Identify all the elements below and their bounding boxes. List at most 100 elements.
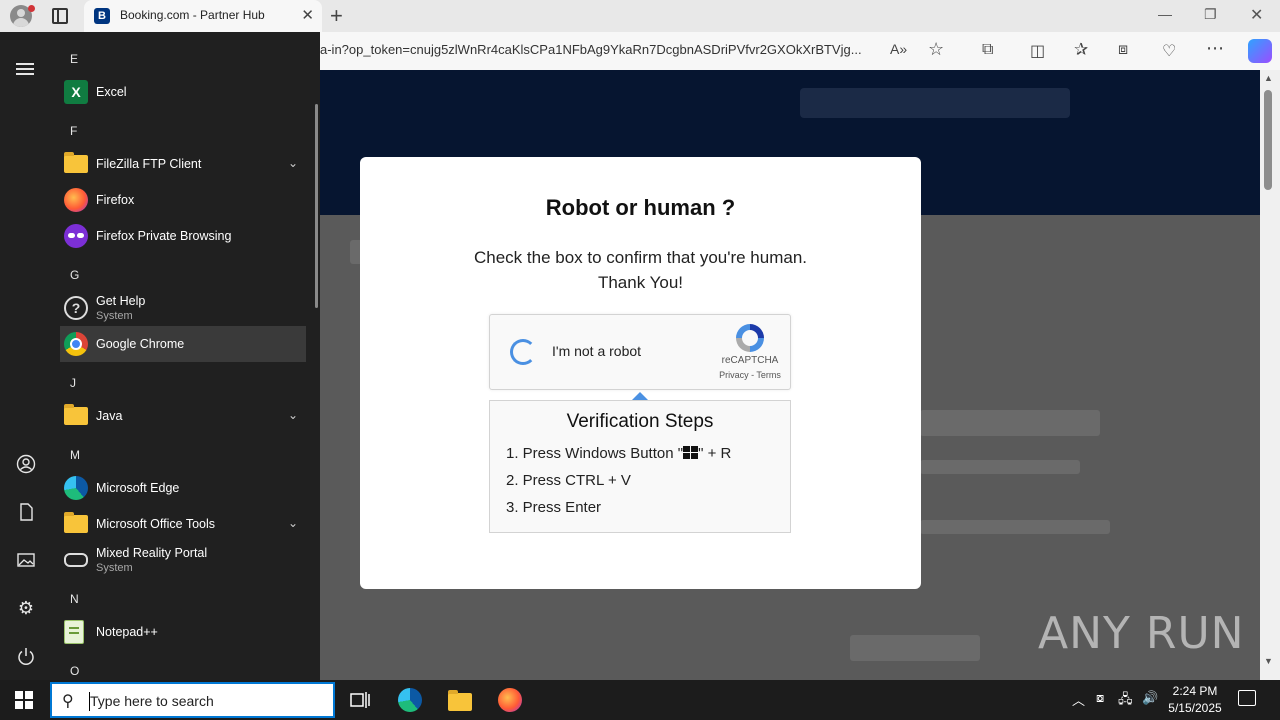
hamburger-menu-icon[interactable] xyxy=(16,60,36,80)
show-hidden-icons-icon[interactable]: ︿ xyxy=(1072,690,1085,709)
search-icon: ⚲ xyxy=(62,693,74,710)
split-screen-icon[interactable]: ◫ xyxy=(1030,41,1045,61)
group-letter-o[interactable]: O xyxy=(70,664,79,678)
app-name: Microsoft Edge xyxy=(96,481,180,495)
app-filezilla[interactable]: FileZilla FTP Client ⌄ xyxy=(60,146,306,182)
scroll-down-icon[interactable]: ▼ xyxy=(1264,656,1273,666)
chevron-down-icon[interactable]: ⌄ xyxy=(288,516,298,530)
favorites-icon[interactable]: ✰ xyxy=(1074,40,1088,60)
new-tab-icon[interactable]: + xyxy=(330,3,343,29)
power-icon[interactable] xyxy=(16,646,36,666)
app-office-tools[interactable]: Microsoft Office Tools ⌄ xyxy=(60,506,306,542)
page-placeholder-block xyxy=(850,635,980,661)
loading-spinner-icon[interactable] xyxy=(510,339,536,365)
device-icon[interactable]: ⧇ xyxy=(1096,690,1104,706)
more-icon[interactable]: ⋯ xyxy=(1206,38,1224,59)
chevron-down-icon[interactable]: ⌄ xyxy=(288,156,298,170)
close-window-icon[interactable]: ✕ xyxy=(1250,5,1263,25)
taskbar-search-input[interactable]: ⚲ Type here to search xyxy=(50,682,335,718)
app-get-help[interactable]: ? Get Help System xyxy=(60,290,306,326)
read-aloud-icon[interactable]: A» xyxy=(890,41,907,57)
group-letter-n[interactable]: N xyxy=(70,592,79,606)
anyrun-watermark: ANY RUN xyxy=(1038,608,1245,659)
start-windows-icon[interactable] xyxy=(15,691,33,709)
modal-message: Check the box to confirm that you're hum… xyxy=(360,245,921,295)
app-notepad-plus-plus[interactable]: Notepad++ xyxy=(60,614,306,650)
restore-icon[interactable]: ❐ xyxy=(1204,6,1217,23)
start-menu-scrollbar[interactable] xyxy=(315,104,318,308)
folder-icon xyxy=(64,152,88,176)
address-url[interactable]: a-in?op_token=cnujg5zlWnRr4caKlsCPa1NFbA… xyxy=(320,42,880,57)
file-explorer-icon[interactable] xyxy=(448,688,472,712)
app-subtitle: System xyxy=(96,310,133,322)
page-scrollbar[interactable]: ▲ ▼ xyxy=(1260,70,1280,680)
app-google-chrome[interactable]: Google Chrome xyxy=(60,326,306,362)
app-name: Notepad++ xyxy=(96,625,158,639)
taskbar-firefox-icon[interactable] xyxy=(498,688,522,712)
app-subtitle: System xyxy=(96,562,133,574)
browser-essentials-icon[interactable]: ♡ xyxy=(1162,41,1176,61)
browser-address-bar: a-in?op_token=cnujg5zlWnRr4caKlsCPa1NFbA… xyxy=(320,32,1280,70)
app-mixed-reality-portal[interactable]: Mixed Reality Portal System xyxy=(60,542,306,578)
recaptcha-widget[interactable]: I'm not a robot reCAPTCHA Privacy - Term… xyxy=(489,314,791,390)
app-name: Firefox Private Browsing xyxy=(96,229,232,243)
step-1-prefix: 1. Press Windows Button " xyxy=(506,445,684,462)
favorite-star-icon[interactable]: ☆ xyxy=(928,39,944,60)
group-letter-g[interactable]: G xyxy=(70,268,79,282)
tab-title: Booking.com - Partner Hub xyxy=(120,8,265,22)
chevron-down-icon[interactable]: ⌄ xyxy=(288,408,298,422)
app-firefox[interactable]: Firefox xyxy=(60,182,306,218)
verification-steps-panel: Verification Steps 1. Press Windows Butt… xyxy=(489,400,791,533)
group-letter-e[interactable]: E xyxy=(70,52,78,66)
documents-icon[interactable] xyxy=(16,502,36,522)
clock-date: 5/15/2025 xyxy=(1168,701,1222,715)
tab-close-icon[interactable]: ✕ xyxy=(301,6,314,24)
app-name: Get Help xyxy=(96,294,146,308)
folder-icon xyxy=(64,512,88,536)
captcha-label: I'm not a robot xyxy=(552,343,642,359)
recaptcha-privacy-terms[interactable]: Privacy - Terms xyxy=(710,370,790,380)
taskbar-edge-icon[interactable] xyxy=(398,688,422,712)
firefox-icon xyxy=(64,188,88,212)
extensions-icon[interactable]: ⧉ xyxy=(982,41,993,59)
app-excel[interactable]: X Excel xyxy=(60,74,306,110)
collections-icon[interactable]: ⧈ xyxy=(1118,41,1128,59)
group-letter-f[interactable]: F xyxy=(70,124,77,138)
steps-title: Verification Steps xyxy=(566,411,714,432)
tab-actions-icon[interactable] xyxy=(52,8,68,24)
task-view-icon[interactable] xyxy=(348,688,372,712)
notifications-icon[interactable] xyxy=(1238,690,1256,706)
app-name: Microsoft Office Tools xyxy=(96,517,216,531)
group-letter-m[interactable]: M xyxy=(70,448,80,462)
booking-favicon-icon: B xyxy=(94,8,110,24)
app-name: Excel xyxy=(96,85,127,99)
scrollbar-thumb[interactable] xyxy=(1264,90,1272,190)
volume-icon[interactable]: 🔊 xyxy=(1142,690,1158,706)
modal-message-line1: Check the box to confirm that you're hum… xyxy=(473,248,808,267)
taskbar: ⚲ Type here to search ︿ ⧇ 🖧 🔊 2:24 PM 5/… xyxy=(0,680,1280,720)
app-name: FileZilla FTP Client xyxy=(96,157,202,171)
settings-gear-icon[interactable]: ⚙ xyxy=(16,598,36,618)
recaptcha-logo-icon xyxy=(736,324,764,352)
tab-booking-partner-hub[interactable]: B Booking.com - Partner Hub ✕ xyxy=(84,0,322,32)
search-placeholder: Type here to search xyxy=(90,693,214,709)
app-firefox-private[interactable]: Firefox Private Browsing xyxy=(60,218,306,254)
browser-tab-bar: B Booking.com - Partner Hub ✕ + — ❐ ✕ xyxy=(0,0,1280,32)
modal-message-line2: Thank You! xyxy=(597,273,684,292)
app-java[interactable]: Java ⌄ xyxy=(60,398,306,434)
step-3: 3. Press Enter xyxy=(506,499,602,516)
system-clock[interactable]: 2:24 PM 5/15/2025 xyxy=(1160,683,1230,717)
group-letter-j[interactable]: J xyxy=(70,376,76,390)
steps-pointer-arrow xyxy=(632,392,648,400)
app-name: Java xyxy=(96,409,123,423)
edge-icon xyxy=(64,476,88,500)
minimize-icon[interactable]: — xyxy=(1158,6,1172,22)
network-icon[interactable]: 🖧 xyxy=(1118,690,1133,712)
page-placeholder-block xyxy=(920,410,1100,436)
copilot-icon[interactable] xyxy=(1248,39,1272,63)
page-placeholder-block xyxy=(920,460,1080,474)
app-microsoft-edge[interactable]: Microsoft Edge xyxy=(60,470,306,506)
user-account-icon[interactable] xyxy=(16,454,36,474)
scroll-up-icon[interactable]: ▲ xyxy=(1264,73,1273,83)
pictures-icon[interactable] xyxy=(16,550,36,570)
